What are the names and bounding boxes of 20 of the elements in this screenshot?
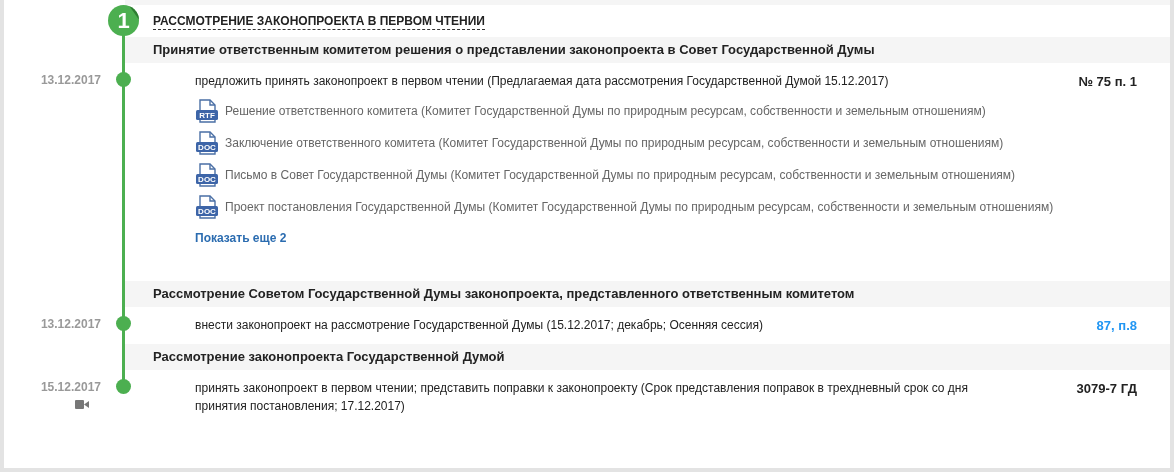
event-date: 13.12.2017 bbox=[40, 72, 101, 88]
document-link[interactable]: Заключение ответственного комитета (Комитет Государственной Думы по природным ресурсам, собственности и земельным отношениям) bbox=[225, 131, 1004, 152]
step-title: Рассмотрение законопроекта Государственной Думой bbox=[153, 348, 505, 367]
stage-title[interactable]: РАССМОТРЕНИЕ ЗАКОНОПРОЕКТА В ПЕРВОМ ЧТЕНИИ bbox=[153, 12, 485, 30]
event-date: 13.12.2017 bbox=[40, 316, 101, 332]
reference-number: 3079-7 ГД bbox=[1076, 380, 1137, 398]
meeting-link[interactable]: 87, п.8 bbox=[1096, 316, 1137, 335]
decision-text: принять законопроект в первом чтении; представить поправки к законопроекту (Срок представления поправок в трехдневный срок со дня принятия постановления; 17.12.2017) bbox=[195, 380, 969, 415]
show-more-link[interactable]: Показать еще 2 bbox=[195, 229, 287, 247]
video-camera-icon[interactable] bbox=[75, 400, 89, 409]
event-date: 15.12.2017 bbox=[40, 379, 101, 395]
decision-text: внести законопроект на рассмотрение Государственной Думы (15.12.2017; декабрь; Осенняя сессия) bbox=[195, 317, 763, 334]
step-title: Принятие ответственным комитетом решения о представлении законопроекта в Совет Государственной Думы bbox=[153, 41, 875, 60]
document-link[interactable]: Проект постановления Государственной Думы (Комитет Государственной Думы по природным ресурсам, собственности и земельным отношениям) bbox=[225, 195, 1054, 216]
reference-number: № 75 п. 1 bbox=[1078, 73, 1137, 91]
step-badge: 1 bbox=[108, 5, 139, 36]
decision-text: предложить принять законопроект в первом чтении (Предлагаемая дата рассмотрения Государственной Думой 15.12.2017) bbox=[195, 73, 889, 90]
document-link[interactable]: Решение ответственного комитета (Комитет Государственной Думы по природным ресурсам, собственности и земельным отношениям) bbox=[225, 99, 986, 120]
document-link[interactable]: Письмо в Совет Государственной Думы (Комитет Государственной Думы по природным ресурсам, собственности и земельным отношениям) bbox=[225, 163, 1016, 184]
step-title: Рассмотрение Советом Государственной Думы законопроекта, представленного ответственным комитетом bbox=[153, 285, 855, 304]
